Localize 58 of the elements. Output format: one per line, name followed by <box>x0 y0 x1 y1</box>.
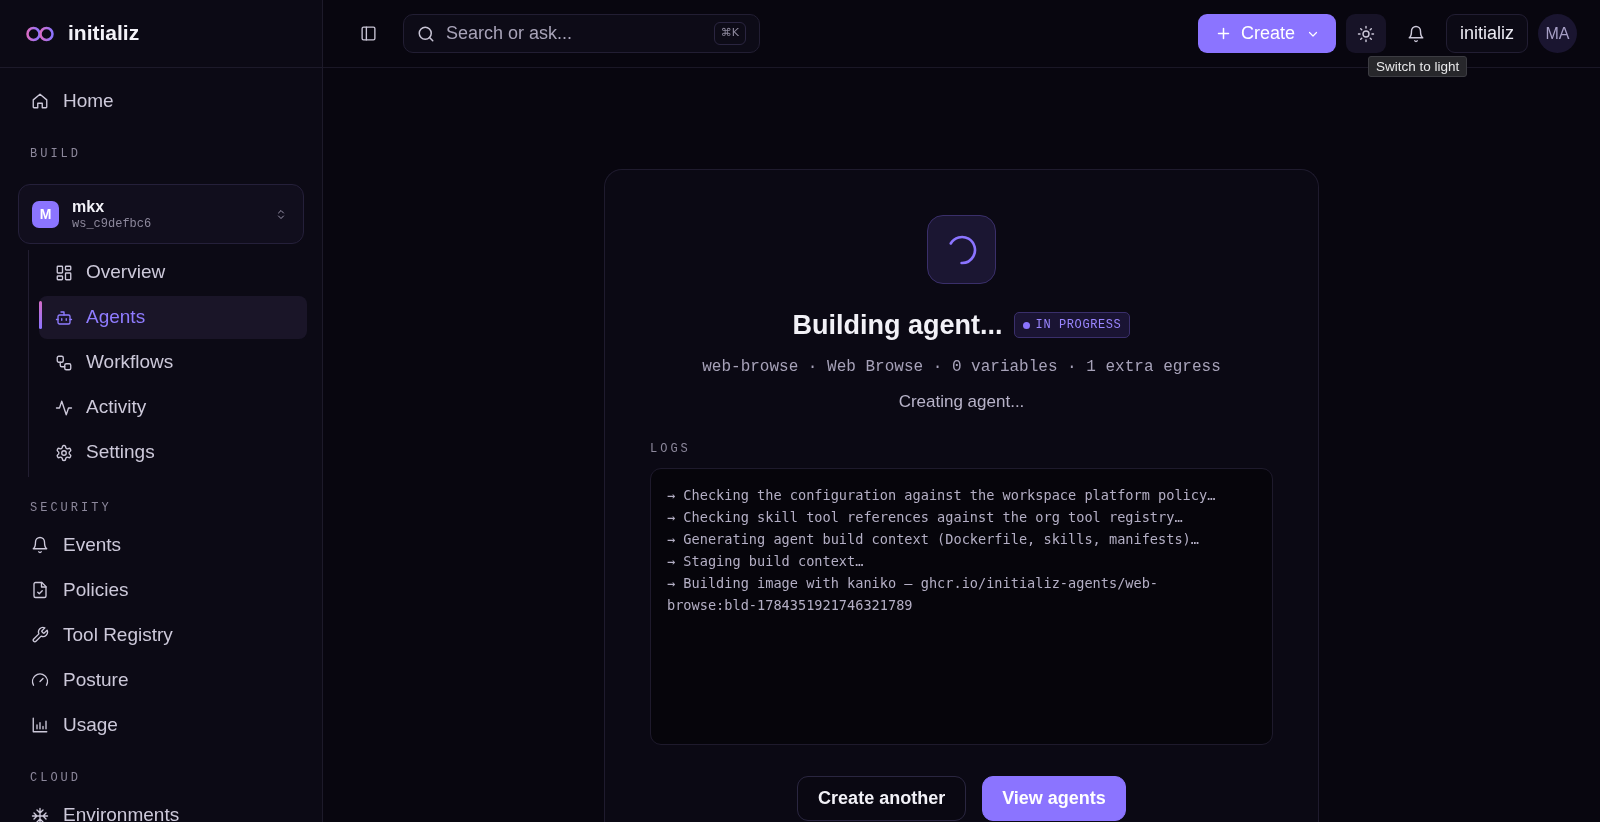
workspace-switcher[interactable]: M mkx ws_c9defbc6 <box>18 184 304 244</box>
sidebar-item[interactable]: Settings <box>39 431 307 474</box>
gauge-icon <box>31 671 49 689</box>
sidebar-item[interactable]: Environments <box>31 803 180 822</box>
section-label: BUILD <box>30 146 81 162</box>
bell-icon <box>31 536 49 554</box>
sidebar-item[interactable]: Policies <box>31 578 129 602</box>
sidebar-toggle-icon[interactable] <box>360 25 377 42</box>
workspace-avatar: M <box>32 200 59 228</box>
create-another-button[interactable]: Create another <box>797 776 967 821</box>
workflow-icon <box>54 353 73 372</box>
sidebar-item[interactable]: Activity <box>39 386 307 429</box>
theme-toggle-button[interactable] <box>1345 14 1386 53</box>
sidebar-item[interactable]: Events <box>31 533 122 557</box>
sidebar-item[interactable]: Usage <box>31 713 118 737</box>
status-text: IN PROGRESS <box>1035 317 1122 334</box>
sidebar-item[interactable]: Tool Registry <box>31 623 173 647</box>
log-line: → Building image with kaniko — ghcr.io/initializ-agents/web-browse:bld-1784351921746321789 <box>667 574 1160 616</box>
robot-icon <box>54 308 73 327</box>
sidebar-item[interactable]: Agents <box>39 296 307 339</box>
plus-icon <box>1215 26 1231 41</box>
home-icon <box>31 92 49 110</box>
status-dot-icon <box>1022 321 1030 329</box>
search-input[interactable]: Search or ask... <box>446 21 703 46</box>
user-avatar[interactable]: MA <box>1538 14 1577 53</box>
shortcut-hint: ⌘K <box>713 22 746 45</box>
build-details: web-browse · Web Browse · 0 variables · 1 extra egress <box>702 357 1221 378</box>
log-line: → Staging build context… <box>667 552 865 572</box>
bell-icon <box>1406 24 1425 43</box>
spinner-icon <box>927 215 996 284</box>
bar-chart-icon <box>31 716 49 734</box>
logo-icon <box>25 25 55 42</box>
wrench-icon <box>31 626 49 644</box>
logs-label: LOGS <box>650 441 691 457</box>
search-icon <box>417 24 435 43</box>
tooltip: Switch to light <box>1367 56 1468 77</box>
snowflake-icon <box>31 806 49 822</box>
workspace-id: ws_c9defbc6 <box>72 215 152 232</box>
log-line: → Checking the configuration against the workspace platform policy… <box>667 486 1217 505</box>
grid-icon <box>54 263 73 282</box>
log-line: → Checking skill tool references against the org tool registry… <box>667 508 1184 528</box>
log-line: → Generating agent build context (Dockerfile, skills, manifests)… <box>667 530 1200 550</box>
sidebar-item[interactable]: Overview <box>39 251 307 294</box>
search-field[interactable]: Search or ask... ⌘K <box>403 14 760 53</box>
status-message: Creating agent... <box>898 391 1025 413</box>
sun-icon <box>1356 24 1375 43</box>
sidebar-item[interactable]: Workflows <box>39 341 307 384</box>
workspace-name: mkx <box>72 196 105 216</box>
build-title: Building agent... <box>792 309 1003 341</box>
settings-icon <box>54 443 73 462</box>
sidebar-item[interactable]: Posture <box>31 668 129 692</box>
pulse-icon <box>54 398 73 417</box>
organization-button[interactable]: initializ <box>1445 14 1528 53</box>
brand-name: initializ <box>68 21 140 46</box>
sidebar-item[interactable]: Home <box>31 89 114 113</box>
section-label: SECURITY <box>30 499 112 516</box>
section-label: CLOUD <box>30 770 81 786</box>
document-check-icon <box>31 581 49 599</box>
